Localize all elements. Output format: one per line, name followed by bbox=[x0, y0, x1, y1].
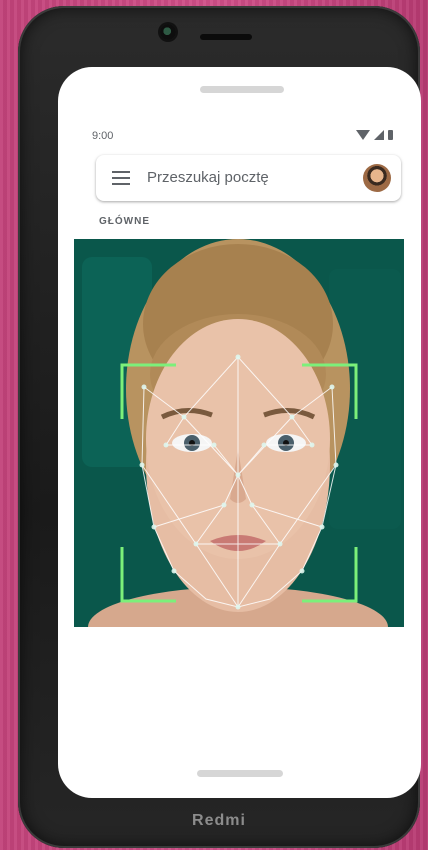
face-recognition-image bbox=[74, 239, 404, 627]
speaker-grille bbox=[200, 86, 284, 93]
face-illustration bbox=[74, 239, 404, 627]
signal-icon bbox=[374, 130, 384, 140]
hamburger-menu-icon[interactable] bbox=[112, 171, 130, 185]
search-input[interactable]: Przeszukaj pocztę bbox=[147, 169, 269, 186]
earpiece-slot bbox=[200, 34, 252, 40]
wifi-icon bbox=[356, 130, 370, 140]
search-bar[interactable]: Przeszukaj pocztę bbox=[96, 155, 401, 201]
front-camera bbox=[160, 24, 176, 40]
status-time: 9:00 bbox=[92, 130, 114, 142]
phone-screen: 9:00 Przeszukaj pocztę GŁÓWNE bbox=[58, 67, 421, 798]
account-avatar[interactable] bbox=[363, 164, 391, 192]
section-label-primary: GŁÓWNE bbox=[99, 216, 150, 227]
phone-frame: 9:00 Przeszukaj pocztę GŁÓWNE Redmi bbox=[18, 6, 421, 848]
device-brand-logo: Redmi bbox=[192, 812, 246, 829]
navigation-handle[interactable] bbox=[197, 770, 283, 777]
status-icons bbox=[356, 130, 393, 140]
battery-icon bbox=[388, 130, 393, 140]
